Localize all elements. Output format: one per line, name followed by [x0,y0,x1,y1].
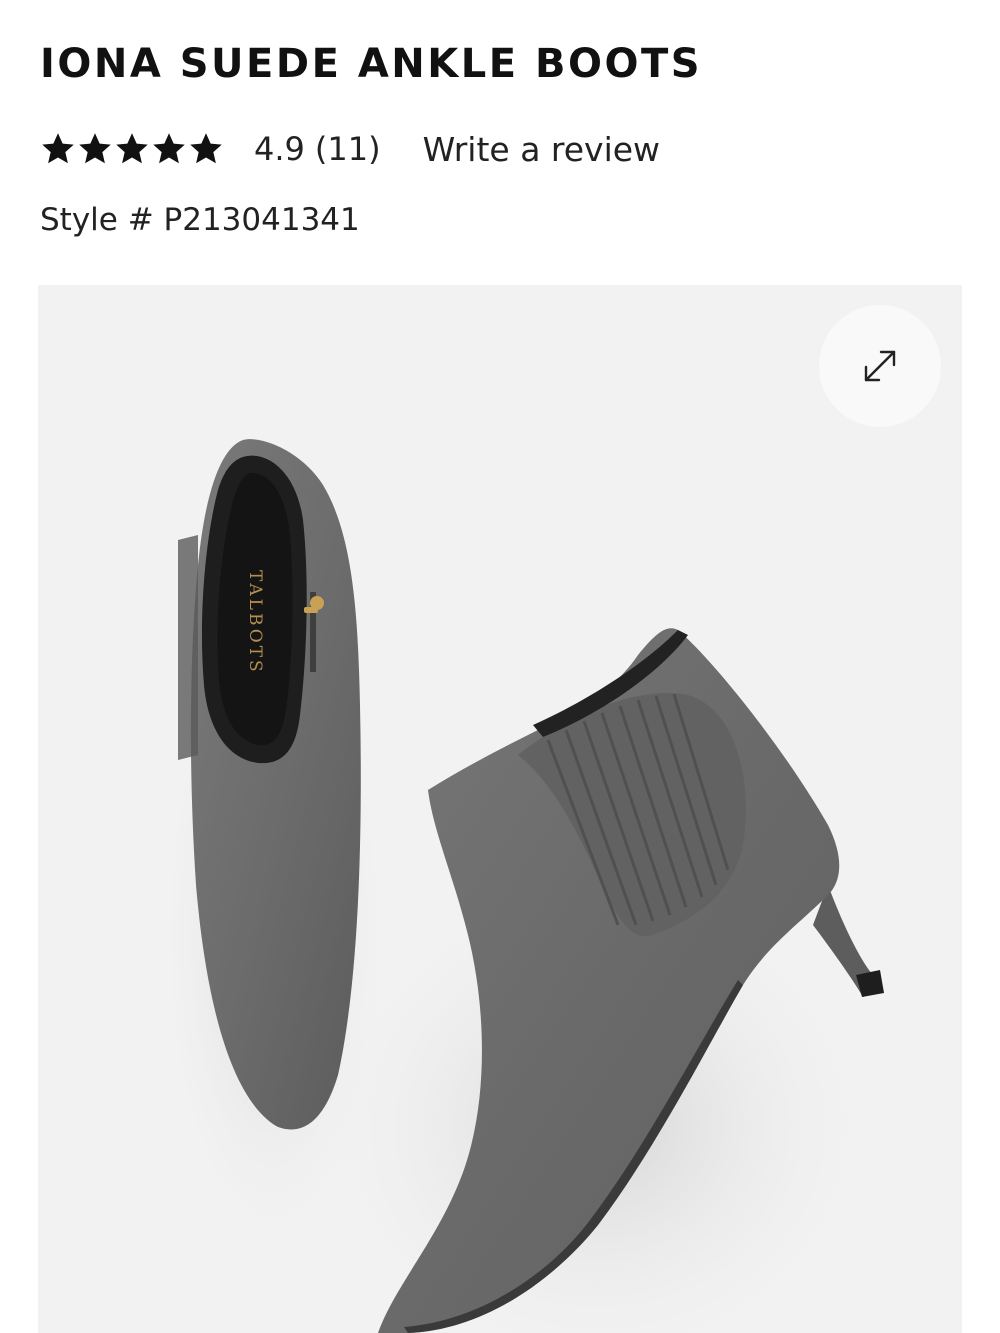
style-number: Style # P213041341 [40,202,360,238]
star-icon [153,133,185,164]
star-icon [42,133,74,164]
brand-mark: TALBOTS [245,570,265,675]
write-review-link[interactable]: Write a review [423,130,660,169]
star-icon [116,133,148,164]
star-icon [79,133,111,164]
rating-value: 4.9 [254,130,305,168]
product-title: IONA SUEDE ANKLE BOOTS [40,41,703,87]
product-image-gallery[interactable]: TALBOTS [38,285,962,1333]
review-count[interactable]: (11) [315,130,381,168]
star-rating[interactable] [40,131,224,167]
star-icon [190,133,222,164]
rating-row: 4.9 (11) Write a review [40,124,660,174]
expand-arrows-icon [864,350,896,382]
expand-image-button[interactable] [819,305,941,427]
product-photo: TALBOTS [153,439,888,1333]
